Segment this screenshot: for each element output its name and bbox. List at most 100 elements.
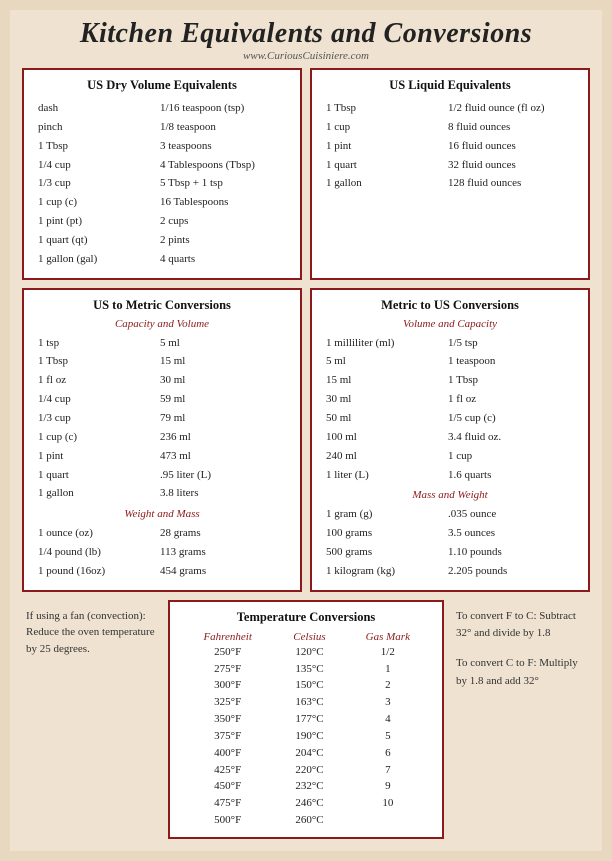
- header: Kitchen Equivalents and Conversions www.…: [22, 18, 590, 62]
- temp-cell: 400°F: [180, 745, 275, 762]
- temp-cell: 1: [344, 661, 432, 678]
- cell-label: 1 milliliter (ml): [324, 335, 444, 352]
- cell-label: 100 grams: [324, 525, 444, 542]
- table-row: 1 cup8 fluid ounces: [324, 119, 576, 136]
- temp-cell: 500°F: [180, 812, 275, 829]
- cell-label: 1 Tbsp: [36, 353, 156, 370]
- cell-label: 1 cup (c): [36, 429, 156, 446]
- cell-value: 4 quarts: [158, 251, 288, 268]
- cell-label: 1 pint (pt): [36, 213, 156, 230]
- temp-col-header: Gas Mark: [344, 630, 432, 644]
- cell-label: 1 fl oz: [36, 372, 156, 389]
- us-to-metric-volume-table: 1 tsp5 ml1 Tbsp15 ml1 fl oz30 ml1/4 cup5…: [34, 333, 290, 505]
- temp-cell: 246°C: [275, 795, 343, 812]
- cell-label: 30 ml: [324, 391, 444, 408]
- metric-to-us-box: Metric to US Conversions Volume and Capa…: [310, 288, 590, 592]
- cell-value: 79 ml: [158, 410, 288, 427]
- us-to-metric-mass-table: 1 ounce (oz)28 grams 1/4 pound (lb)113 gr…: [34, 523, 290, 582]
- table-row: 1 gram (g).035 ounce: [324, 506, 576, 523]
- temp-cell: [344, 812, 432, 829]
- table-row: 275°F135°C1: [180, 661, 432, 678]
- temp-cell: 450°F: [180, 778, 275, 795]
- temp-cell: 2: [344, 677, 432, 694]
- dry-volume-title: US Dry Volume Equivalents: [34, 78, 290, 93]
- cell-label: 1 ounce (oz): [36, 525, 156, 542]
- cell-value: 2.205 pounds: [446, 563, 576, 580]
- temperature-box: Temperature Conversions FahrenheitCelsiu…: [168, 600, 444, 839]
- temp-cell: 325°F: [180, 694, 275, 711]
- temperature-title: Temperature Conversions: [180, 610, 432, 625]
- page-container: Kitchen Equivalents and Conversions www.…: [10, 10, 602, 851]
- temp-cell: 375°F: [180, 728, 275, 745]
- cell-label: 1 Tbsp: [36, 138, 156, 155]
- cell-value: 59 ml: [158, 391, 288, 408]
- metric-to-us-title: Metric to US Conversions: [322, 298, 578, 313]
- table-row: 1 gallon3.8 liters: [36, 485, 288, 502]
- cell-label: 15 ml: [324, 372, 444, 389]
- cell-label: 500 grams: [324, 544, 444, 561]
- cell-label: 1 liter (L): [324, 467, 444, 484]
- temperature-table: FahrenheitCelsiusGas Mark 250°F120°C1/22…: [180, 630, 432, 829]
- table-row: 300°F150°C2: [180, 677, 432, 694]
- table-row: 375°F190°C5: [180, 728, 432, 745]
- cell-value: 3.5 ounces: [446, 525, 576, 542]
- cell-value: 473 ml: [158, 448, 288, 465]
- table-row: 500°F260°C: [180, 812, 432, 829]
- table-row: 1 quart32 fluid ounces: [324, 157, 576, 174]
- table-row: 1 ounce (oz)28 grams: [36, 525, 288, 542]
- cell-label: 1/4 pound (lb): [36, 544, 156, 561]
- temp-cell: 190°C: [275, 728, 343, 745]
- table-row: 250°F120°C1/2: [180, 644, 432, 661]
- convert-notes: To convert F to C: Subtract 32° and divi…: [452, 600, 590, 698]
- temp-cell: 5: [344, 728, 432, 745]
- cell-label: 1 pint: [324, 138, 444, 155]
- temp-cell: 204°C: [275, 745, 343, 762]
- cell-value: 5 Tbsp + 1 tsp: [158, 175, 288, 192]
- table-row: 1 Tbsp1/2 fluid ounce (fl oz): [324, 100, 576, 117]
- table-row: 1 tsp5 ml: [36, 335, 288, 352]
- cell-label: 1 cup: [324, 119, 444, 136]
- temp-cell: 300°F: [180, 677, 275, 694]
- cell-value: 32 fluid ounces: [446, 157, 576, 174]
- temp-cell: 177°C: [275, 711, 343, 728]
- us-to-metric-subtitle-mass: Weight and Mass: [34, 508, 290, 520]
- table-row: 1/4 pound (lb)113 grams: [36, 544, 288, 561]
- temp-col-header: Celsius: [275, 630, 343, 644]
- fan-note: If using a fan (convection): Reduce the …: [22, 600, 160, 666]
- table-row: 1 cup (c)236 ml: [36, 429, 288, 446]
- cell-value: 2 pints: [158, 232, 288, 249]
- liquid-equiv-title: US Liquid Equivalents: [322, 78, 578, 93]
- table-row: 1 fl oz30 ml: [36, 372, 288, 389]
- table-row: 1/3 cup79 ml: [36, 410, 288, 427]
- cell-label: 1 pint: [36, 448, 156, 465]
- cell-label: 50 ml: [324, 410, 444, 427]
- temp-cell: 120°C: [275, 644, 343, 661]
- temp-cell: 9: [344, 778, 432, 795]
- cell-value: 454 grams: [158, 563, 288, 580]
- cell-value: 128 fluid ounces: [446, 175, 576, 192]
- cell-label: 1 gallon: [36, 485, 156, 502]
- cell-label: pinch: [36, 119, 156, 136]
- us-to-metric-subtitle-volume: Capacity and Volume: [34, 318, 290, 330]
- table-row: 1 quart.95 liter (L): [36, 467, 288, 484]
- cell-value: 3 teaspoons: [158, 138, 288, 155]
- temp-cell: 6: [344, 745, 432, 762]
- table-row: 30 ml1 fl oz: [324, 391, 576, 408]
- temp-cell: 475°F: [180, 795, 275, 812]
- cell-value: .95 liter (L): [158, 467, 288, 484]
- table-row: pinch1/8 teaspoon: [36, 119, 288, 136]
- liquid-equiv-box: US Liquid Equivalents 1 Tbsp1/2 fluid ou…: [310, 68, 590, 280]
- temp-cell: 7: [344, 762, 432, 779]
- bottom-section: If using a fan (convection): Reduce the …: [22, 600, 590, 839]
- table-row: 1 milliliter (ml)1/5 tsp: [324, 335, 576, 352]
- table-row: dash1/16 teaspoon (tsp): [36, 100, 288, 117]
- temp-cell: 425°F: [180, 762, 275, 779]
- table-row: 1/4 cup4 Tablespoons (Tbsp): [36, 157, 288, 174]
- metric-to-us-subtitle-volume: Volume and Capacity: [322, 318, 578, 330]
- table-row: 50 ml1/5 cup (c): [324, 410, 576, 427]
- cell-label: 1 cup (c): [36, 194, 156, 211]
- table-row: 475°F246°C10: [180, 795, 432, 812]
- cell-value: 2 cups: [158, 213, 288, 230]
- cell-label: 1 tsp: [36, 335, 156, 352]
- table-row: 425°F220°C7: [180, 762, 432, 779]
